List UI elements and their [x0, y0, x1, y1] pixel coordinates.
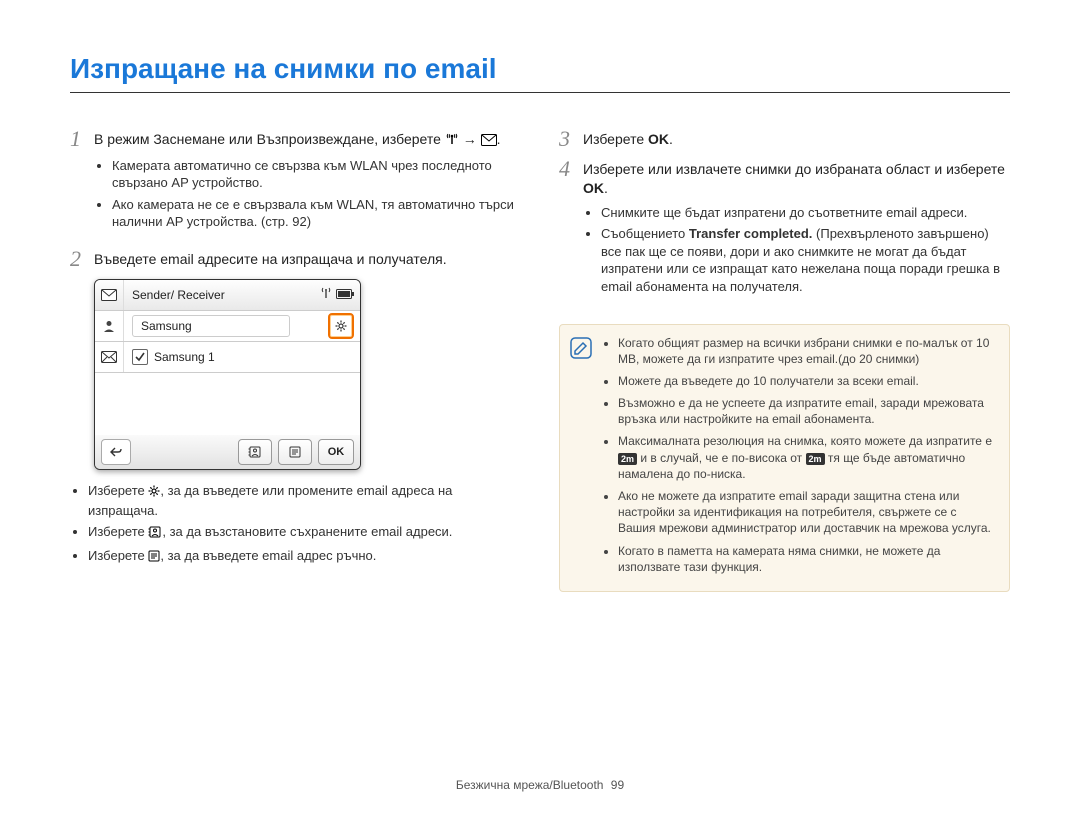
email-icon — [481, 132, 497, 151]
envelope-icon — [95, 342, 124, 372]
step-4: 4 Изберете или извлачете снимки до избра… — [559, 157, 1010, 306]
ok-button[interactable]: OK — [318, 439, 354, 465]
addressbook-icon — [148, 525, 162, 543]
step-2-text: Въведете email адресите на изпращача и п… — [94, 250, 521, 269]
notepad-icon — [148, 549, 160, 567]
page-title: Изпращане на снимки по email — [70, 50, 1010, 93]
step-4-number: 4 — [559, 157, 583, 306]
step-4-ok: OK — [583, 180, 604, 196]
step-2: 2 Въведете email адресите на изпращача и… — [70, 247, 521, 271]
gear-icon — [148, 484, 160, 502]
info-note-4: Максималната резолюция на снимка, която … — [618, 433, 997, 482]
settings-button[interactable] — [328, 313, 354, 339]
notepad-button[interactable] — [278, 439, 312, 465]
receiver-field[interactable]: Samsung 1 — [154, 349, 215, 365]
resolution-badge-2: 2m — [806, 453, 825, 465]
step-4-text-b: . — [604, 180, 608, 196]
footer-section: Безжична мрежа/Bluetooth — [456, 778, 604, 792]
right-column: 3 Изберете OK. 4 Изберете или извлачете … — [559, 127, 1010, 592]
sender-field[interactable]: Samsung — [132, 315, 290, 337]
footer-page-number: 99 — [611, 778, 624, 792]
step-3-text-a: Изберете — [583, 131, 648, 147]
step-3-number: 3 — [559, 127, 583, 151]
resolution-badge-1: 2m — [618, 453, 637, 465]
camera-screenshot: Sender/ Receiver Sam — [94, 279, 361, 470]
step-4-text-a: Изберете или извлачете снимки до избрана… — [583, 161, 1005, 177]
header-mail-icon — [95, 280, 124, 310]
step-2-bullet-1: Изберете , за да въведете или промените … — [88, 482, 521, 519]
person-icon — [95, 311, 124, 341]
antenna-icon — [445, 132, 459, 151]
step-2-bullet-3: Изберете , за да въведете email адрес ръ… — [88, 547, 521, 567]
step-4-bullet-1: Снимките ще бъдат изпратени до съответни… — [601, 204, 1010, 222]
step-1-arrow: → — [463, 131, 481, 147]
left-column: 1 В режим Заснемане или Възпроизвеждане,… — [70, 127, 521, 592]
step-4-bullet-2: Съобщението Transfer completed. (Прехвър… — [601, 225, 1010, 295]
info-icon — [570, 337, 596, 581]
info-note-6: Когато в паметта на камерата няма снимки… — [618, 543, 997, 575]
page-footer: Безжична мрежа/Bluetooth 99 — [0, 777, 1080, 793]
step-1: 1 В режим Заснемане или Възпроизвеждане,… — [70, 127, 521, 241]
step-1-text-c: . — [497, 131, 501, 147]
step-2-number: 2 — [70, 247, 94, 271]
step-3-text-b: . — [669, 131, 673, 147]
checkbox-icon[interactable] — [132, 349, 148, 365]
step-2-bullet-2: Изберете , за да възстановите съхраненит… — [88, 523, 521, 543]
info-note-2: Можете да въведете до 10 получатели за в… — [618, 373, 997, 389]
camera-header-text: Sender/ Receiver — [124, 287, 320, 303]
step-1-number: 1 — [70, 127, 94, 241]
signal-icon — [320, 287, 332, 303]
info-note-5: Ако не можете да изпратите email заради … — [618, 488, 997, 537]
battery-icon — [336, 287, 354, 303]
info-note-box: Когато общият размер на всички избрани с… — [559, 324, 1010, 592]
back-button[interactable] — [101, 439, 131, 465]
step-1-bullet-1: Камерата автоматично се свързва към WLAN… — [112, 157, 521, 192]
step-3-ok: OK — [648, 131, 669, 147]
addressbook-button[interactable] — [238, 439, 272, 465]
step-1-bullet-2: Ако камерата не се е свързвала към WLAN,… — [112, 196, 521, 231]
info-note-3: Възможно е да не успеете да изпратите em… — [618, 395, 997, 427]
step-3: 3 Изберете OK. — [559, 127, 1010, 151]
step-1-text-a: В режим Заснемане или Възпроизвеждане, и… — [94, 131, 441, 147]
info-note-1: Когато общият размер на всички избрани с… — [618, 335, 997, 367]
